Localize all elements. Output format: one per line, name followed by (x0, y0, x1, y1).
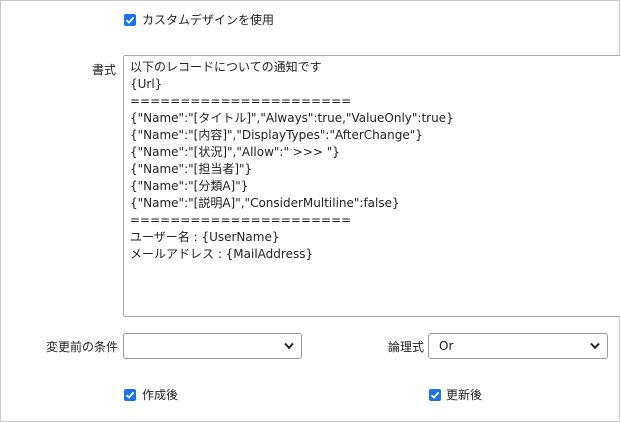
format-line: {"Name":"[タイトル]","Always":true,"ValueOnl… (130, 111, 454, 125)
check-icon (430, 391, 440, 399)
after-create-label: 作成後 (142, 388, 179, 402)
logic-value: Or (439, 339, 454, 353)
chevron-down-icon (590, 342, 600, 350)
check-icon (125, 391, 135, 399)
format-textarea[interactable]: 以下のレコードについての通知です {Url} =================… (123, 55, 620, 317)
before-condition-select[interactable] (123, 333, 302, 359)
format-line: メールアドレス : {MailAddress} (130, 247, 314, 261)
logic-select[interactable]: Or (428, 333, 608, 359)
format-line: {"Name":"[分類A]"} (130, 179, 249, 193)
format-line: {"Name":"[状況]","Allow":" >>> "} (130, 145, 340, 159)
custom-design-label: カスタムデザインを使用 (142, 13, 275, 27)
format-line: 以下のレコードについての通知です (130, 60, 322, 74)
logic-label: 論理式 (388, 340, 425, 354)
before-condition-label: 変更前の条件 (46, 340, 119, 354)
after-update-label: 更新後 (446, 388, 483, 402)
format-line: {"Name":"[説明A]","ConsiderMultiline":fals… (130, 196, 400, 210)
format-label: 書式 (92, 63, 117, 77)
format-line: ====================== (130, 94, 352, 108)
chevron-down-icon (284, 342, 294, 350)
custom-design-checkbox[interactable] (124, 14, 136, 26)
format-line: ユーザー名 : {UserName} (130, 230, 280, 244)
format-line: {Url} (130, 77, 163, 91)
check-icon (125, 16, 135, 24)
format-line: {"Name":"[担当者]"} (130, 162, 253, 176)
format-line: ====================== (130, 213, 352, 227)
after-create-checkbox[interactable] (124, 389, 136, 401)
format-line: {"Name":"[内容]","DisplayTypes":"AfterChan… (130, 128, 423, 142)
after-update-checkbox[interactable] (429, 389, 441, 401)
